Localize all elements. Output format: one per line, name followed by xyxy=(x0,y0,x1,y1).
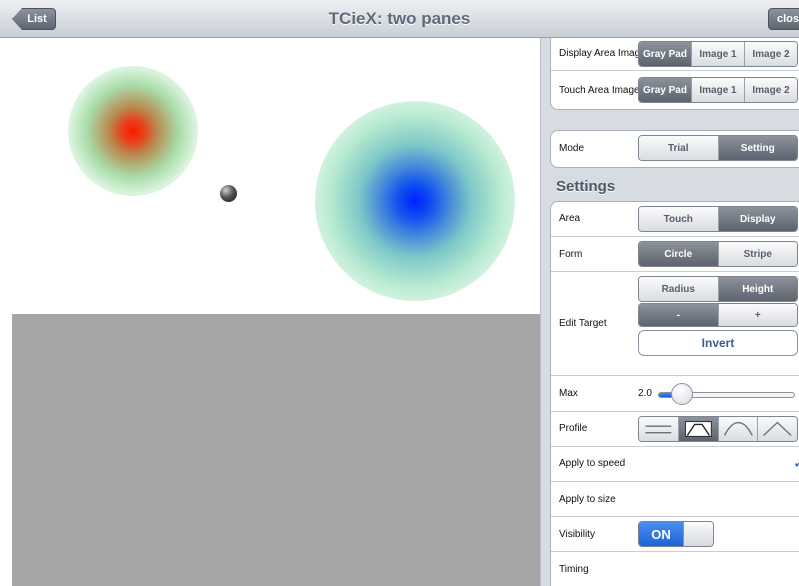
touch-area-image-row: Touch Area Image Gray Pad Image 1 Image … xyxy=(551,71,799,109)
touch-image-image-2[interactable]: Image 2 xyxy=(745,78,797,102)
edit-target-row: Edit Target Radius Height - + Invert xyxy=(551,272,799,376)
display-image-image-1[interactable]: Image 1 xyxy=(692,42,745,66)
apply-size-row[interactable]: Apply to size xyxy=(551,482,799,517)
max-value: 2.0 xyxy=(638,388,652,399)
display-image-gray-pad[interactable]: Gray Pad xyxy=(639,42,692,66)
display-area-image-row: Display Area Image Gray Pad Image 1 Imag… xyxy=(551,38,799,71)
visibility-row: Visibility ON xyxy=(551,517,799,552)
settings-panel: Display Area Image Gray Pad Image 1 Imag… xyxy=(540,38,799,586)
checkmark-icon: ✓ xyxy=(793,454,799,472)
area-touch[interactable]: Touch xyxy=(639,207,719,231)
apply-speed-row[interactable]: Apply to speed ✓ xyxy=(551,447,799,482)
settings-group: Area Touch Display Form Circle Stripe Ed… xyxy=(550,201,799,586)
display-image-segmented-control: Gray Pad Image 1 Image 2 xyxy=(638,41,798,67)
profile-label: Profile xyxy=(559,423,588,434)
close-button[interactable]: close xyxy=(768,8,799,30)
red-gradient-spot xyxy=(68,66,198,196)
touch-image-segmented-control: Gray Pad Image 1 Image 2 xyxy=(638,77,798,103)
visibility-label: Visibility xyxy=(559,529,595,540)
touch-area[interactable] xyxy=(12,314,540,586)
edit-target-height[interactable]: Height xyxy=(718,277,797,301)
mode-group: Mode Trial Setting xyxy=(550,130,799,168)
touch-area-image-label: Touch Area Image xyxy=(559,85,640,96)
area-row: Area Touch Display xyxy=(551,202,799,237)
blue-gradient-spot xyxy=(315,101,515,301)
profile-row: Profile xyxy=(551,412,799,447)
area-display[interactable]: Display xyxy=(718,207,797,231)
display-area[interactable] xyxy=(12,38,540,314)
navigation-bar: List TCieX: two panes close xyxy=(0,0,799,38)
triangle-profile-icon[interactable] xyxy=(758,417,797,441)
bell-profile-icon[interactable] xyxy=(718,417,759,441)
pointer-ball[interactable] xyxy=(220,185,237,202)
timing-row[interactable]: Timing xyxy=(551,552,799,586)
mode-row: Mode Trial Setting xyxy=(551,131,799,167)
touch-image-gray-pad[interactable]: Gray Pad xyxy=(639,78,692,102)
area-segmented-control: Touch Display xyxy=(638,206,798,232)
image-selection-group: Display Area Image Gray Pad Image 1 Imag… xyxy=(550,38,799,110)
edit-target-segmented-control: Radius Height xyxy=(638,276,798,302)
flat-profile-icon[interactable] xyxy=(639,417,679,441)
form-segmented-control: Circle Stripe xyxy=(638,241,798,267)
form-circle[interactable]: Circle xyxy=(639,242,719,266)
trapezoid-profile-icon[interactable] xyxy=(678,417,719,441)
form-stripe[interactable]: Stripe xyxy=(718,242,797,266)
max-label: Max xyxy=(559,388,578,399)
display-area-image-label: Display Area Image xyxy=(559,48,646,59)
visibility-toggle[interactable]: ON xyxy=(638,521,714,547)
timing-label: Timing xyxy=(559,564,589,575)
visibility-toggle-on: ON xyxy=(639,522,683,546)
form-label: Form xyxy=(559,249,583,260)
display-image-image-2[interactable]: Image 2 xyxy=(745,42,797,66)
mode-segmented-control: Trial Setting xyxy=(638,135,798,161)
edit-target-radius[interactable]: Radius xyxy=(639,277,719,301)
area-label: Area xyxy=(559,213,581,224)
apply-size-label: Apply to size xyxy=(559,494,616,505)
profile-segmented-control xyxy=(638,416,798,442)
visibility-toggle-knob xyxy=(683,522,713,546)
mode-label: Mode xyxy=(559,143,585,154)
edit-target-label: Edit Target xyxy=(559,318,607,329)
apply-speed-label: Apply to speed xyxy=(559,458,626,469)
form-row: Form Circle Stripe xyxy=(551,237,799,272)
settings-section-title: Settings xyxy=(556,178,616,195)
page-title: TCieX: two panes xyxy=(328,9,471,28)
mode-setting[interactable]: Setting xyxy=(718,136,797,160)
decrement-button[interactable]: - xyxy=(639,304,719,326)
mode-trial[interactable]: Trial xyxy=(639,136,719,160)
touch-image-image-1[interactable]: Image 1 xyxy=(692,78,745,102)
adjust-stepper: - + xyxy=(638,303,798,327)
invert-button[interactable]: Invert xyxy=(638,330,798,356)
max-row: Max 2.0 xyxy=(551,376,799,412)
max-slider-thumb[interactable] xyxy=(671,383,693,405)
increment-button[interactable]: + xyxy=(718,304,797,326)
